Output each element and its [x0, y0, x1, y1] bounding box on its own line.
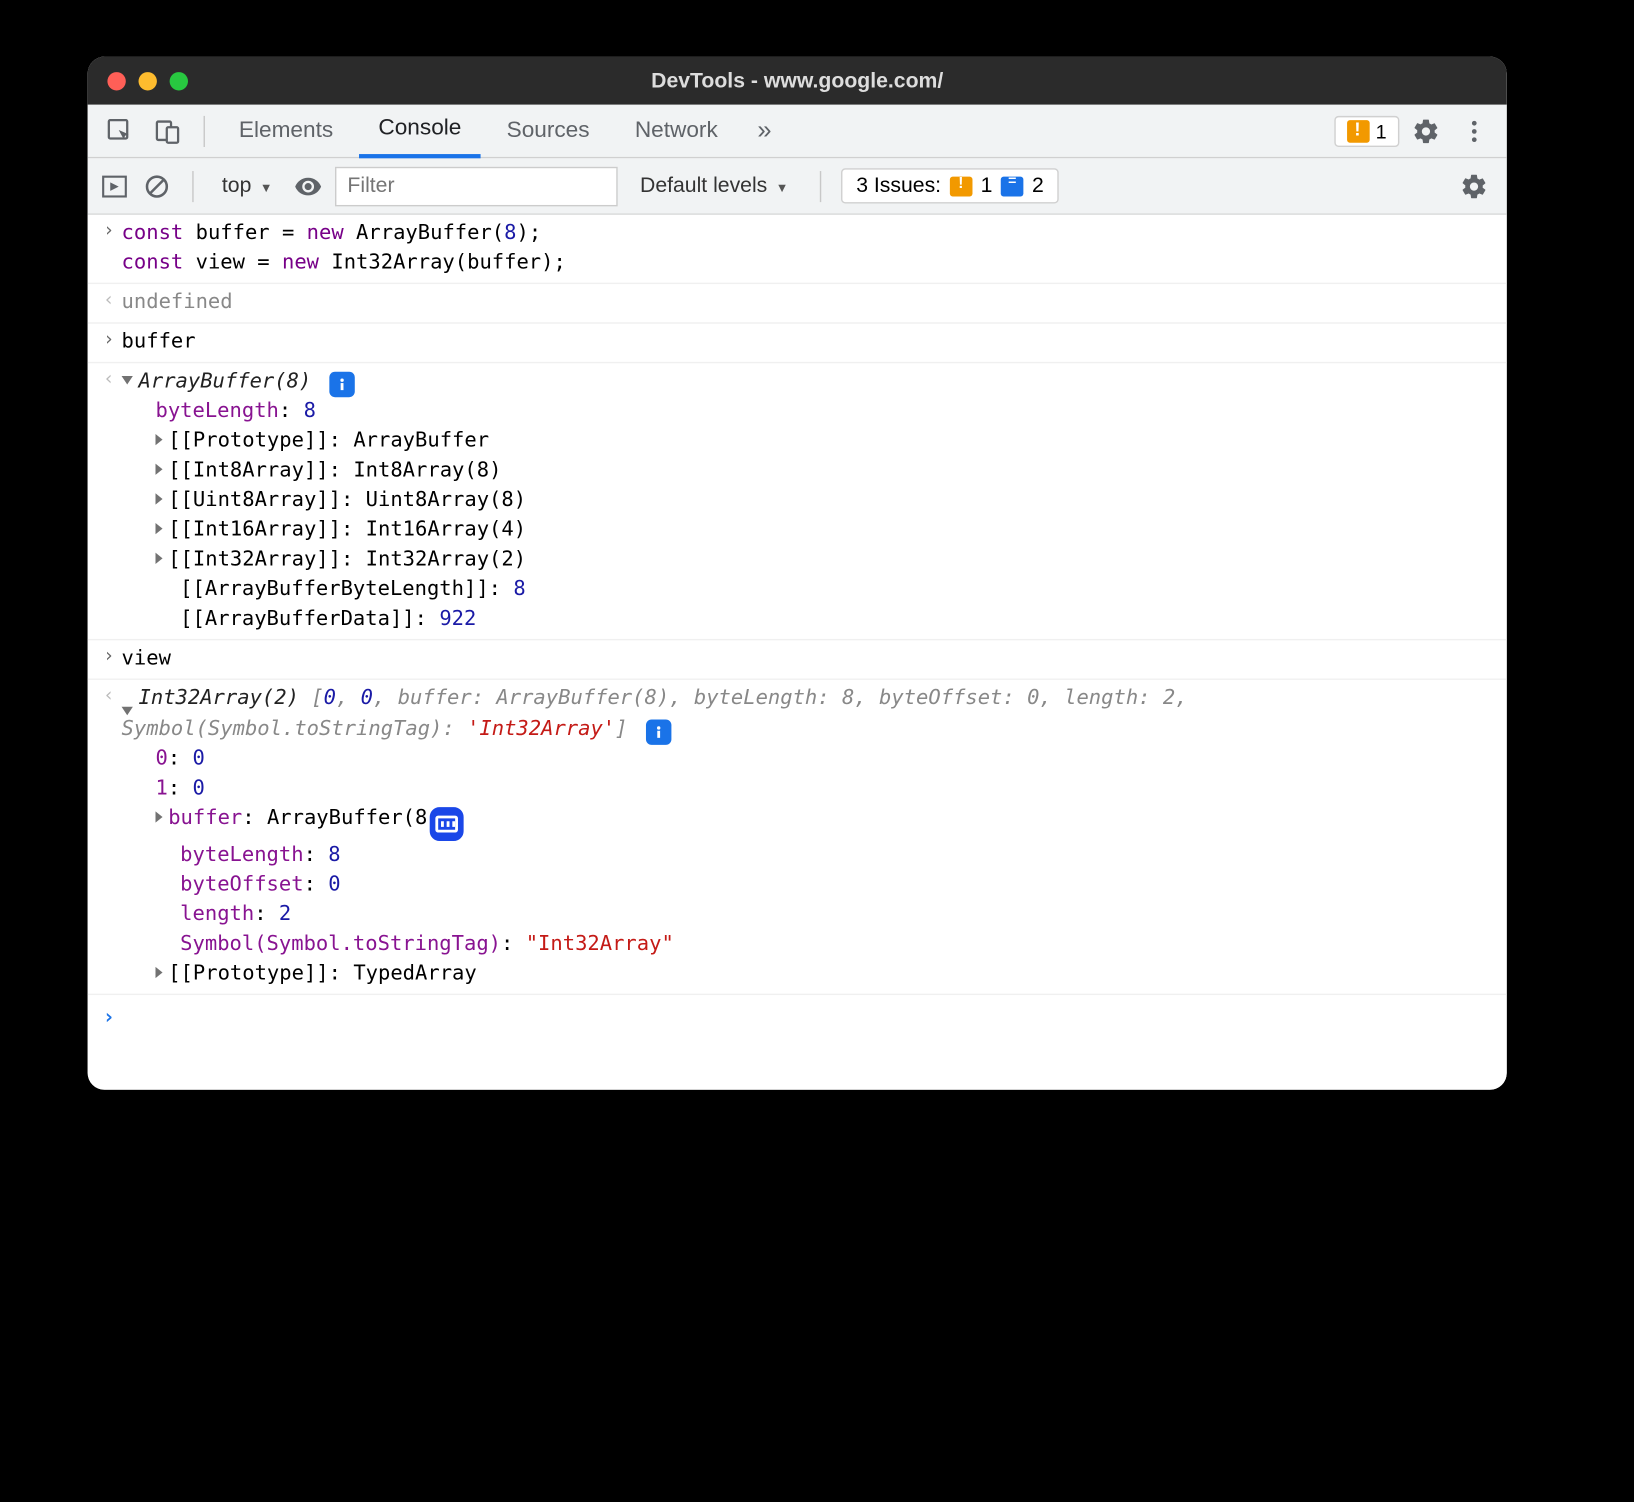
- console-body: › const buffer = new ArrayBuffer(8); con…: [88, 215, 1507, 1090]
- console-input-row[interactable]: › const buffer = new ArrayBuffer(8); con…: [88, 215, 1507, 284]
- warning-icon: [950, 176, 973, 196]
- console-prompt[interactable]: ›: [88, 994, 1507, 1090]
- settings-icon[interactable]: [1405, 110, 1447, 152]
- console-toolbar: top Default levels 3 Issues: 1 2: [88, 158, 1507, 215]
- close-window-button[interactable]: [107, 71, 125, 89]
- warning-count: 1: [1376, 119, 1387, 142]
- object-header[interactable]: Int32Array(2) [0, 0, buffer: ArrayBuffer…: [122, 684, 1496, 745]
- log-levels-selector[interactable]: Default levels: [629, 174, 800, 198]
- output-chevron-icon: ‹: [96, 288, 121, 315]
- object-expansion: ArrayBuffer(8) byteLength: 8 [[Prototype…: [122, 368, 1507, 635]
- console-input-row[interactable]: › buffer: [88, 324, 1507, 364]
- property-row[interactable]: length: 2: [122, 901, 1496, 931]
- tab-console[interactable]: Console: [359, 104, 482, 158]
- property-row[interactable]: byteLength: 8: [122, 397, 1496, 427]
- object-expansion: Int32Array(2) [0, 0, buffer: ArrayBuffer…: [122, 684, 1507, 989]
- disclosure-triangle-icon[interactable]: [155, 967, 162, 978]
- issues-badge[interactable]: 3 Issues: 1 2: [841, 168, 1060, 203]
- property-row[interactable]: Symbol(Symbol.toStringTag): "Int32Array": [122, 931, 1496, 961]
- info-icon[interactable]: [329, 372, 354, 397]
- property-row[interactable]: byteOffset: 0: [122, 871, 1496, 901]
- titlebar: DevTools - www.google.com/: [88, 57, 1507, 105]
- property-row[interactable]: [[Int32Array]]: Int32Array(2): [122, 546, 1496, 576]
- disclosure-triangle-icon[interactable]: [155, 553, 162, 564]
- divider: [204, 115, 205, 146]
- disclosure-triangle-icon[interactable]: [155, 523, 162, 534]
- issues-warn-count: 1: [981, 174, 993, 198]
- output-chevron-icon: ‹: [96, 368, 121, 395]
- divider: [192, 170, 193, 201]
- minimize-window-button[interactable]: [139, 71, 157, 89]
- property-row[interactable]: [[Prototype]]: TypedArray: [122, 960, 1496, 990]
- info-icon[interactable]: [646, 720, 671, 745]
- levels-label: Default levels: [640, 174, 767, 198]
- property-row[interactable]: [[ArrayBufferByteLength]]: 8: [122, 576, 1496, 606]
- console-output-row: ‹ ArrayBuffer(8) byteLength: 8 [[Prototy…: [88, 363, 1507, 640]
- console-output-row: ‹ undefined: [88, 284, 1507, 324]
- filter-input[interactable]: [335, 166, 618, 206]
- undefined-value: undefined: [122, 288, 1507, 318]
- property-row[interactable]: 1: 0: [122, 775, 1496, 805]
- dropdown-icon: [773, 174, 788, 198]
- property-row[interactable]: byteLength: 8: [122, 841, 1496, 871]
- disclosure-triangle-icon[interactable]: [155, 812, 162, 823]
- tab-sources[interactable]: Sources: [487, 104, 610, 158]
- prompt-input[interactable]: [122, 1004, 1507, 1034]
- warning-icon: [1347, 119, 1370, 142]
- output-chevron-icon: ‹: [96, 684, 121, 711]
- toggle-sidebar-icon[interactable]: [99, 170, 130, 201]
- issues-info-count: 2: [1032, 174, 1044, 198]
- issues-label: 3 Issues:: [856, 174, 941, 198]
- input-chevron-icon: ›: [96, 219, 121, 246]
- main-toolbar: Elements Console Sources Network 1: [88, 105, 1507, 159]
- traffic-lights: [107, 71, 188, 89]
- devtools-window: DevTools - www.google.com/ Elements Cons…: [88, 57, 1507, 1091]
- info-icon: [1001, 176, 1024, 196]
- console-input-row[interactable]: › view: [88, 641, 1507, 681]
- property-row[interactable]: buffer: ArrayBuffer(8: [122, 805, 1496, 842]
- disclosure-triangle-icon[interactable]: [155, 434, 162, 445]
- disclosure-triangle-icon[interactable]: [122, 707, 133, 715]
- prompt-chevron-icon: ›: [96, 1004, 121, 1034]
- disclosure-triangle-icon[interactable]: [155, 493, 162, 504]
- divider: [819, 170, 820, 201]
- memory-inspector-icon[interactable]: [430, 807, 464, 841]
- code-line: buffer: [122, 328, 1507, 358]
- property-row[interactable]: [[Prototype]]: ArrayBuffer: [122, 427, 1496, 457]
- console-settings-icon[interactable]: [1453, 165, 1495, 207]
- window-title: DevTools - www.google.com/: [88, 69, 1507, 93]
- code-line: view: [122, 645, 1507, 675]
- property-row[interactable]: 0: 0: [122, 745, 1496, 775]
- object-header[interactable]: ArrayBuffer(8): [122, 368, 1496, 398]
- clear-console-icon[interactable]: [141, 170, 172, 201]
- disclosure-triangle-icon[interactable]: [122, 376, 133, 384]
- disclosure-triangle-icon[interactable]: [155, 464, 162, 475]
- device-toggle-icon[interactable]: [147, 110, 189, 152]
- live-expression-icon[interactable]: [292, 170, 323, 201]
- input-chevron-icon: ›: [96, 645, 121, 672]
- property-row[interactable]: [[ArrayBufferData]]: 922: [122, 605, 1496, 635]
- inspect-icon[interactable]: [99, 110, 141, 152]
- property-row[interactable]: [[Uint8Array]]: Uint8Array(8): [122, 486, 1496, 516]
- more-menu-icon[interactable]: [1453, 110, 1495, 152]
- property-row[interactable]: [[Int8Array]]: Int8Array(8): [122, 457, 1496, 487]
- dropdown-icon: [257, 174, 272, 198]
- property-row[interactable]: [[Int16Array]]: Int16Array(4): [122, 516, 1496, 546]
- warnings-badge[interactable]: 1: [1335, 115, 1400, 146]
- execution-context-selector[interactable]: top: [213, 174, 281, 198]
- context-label: top: [222, 174, 251, 198]
- input-chevron-icon: ›: [96, 328, 121, 355]
- code-line: const buffer = new ArrayBuffer(8); const…: [122, 219, 1507, 278]
- maximize-window-button[interactable]: [170, 71, 188, 89]
- console-output-row: ‹ Int32Array(2) [0, 0, buffer: ArrayBuff…: [88, 680, 1507, 994]
- tab-network[interactable]: Network: [615, 104, 738, 158]
- tabs-overflow-icon[interactable]: [743, 110, 785, 152]
- tab-elements[interactable]: Elements: [219, 104, 353, 158]
